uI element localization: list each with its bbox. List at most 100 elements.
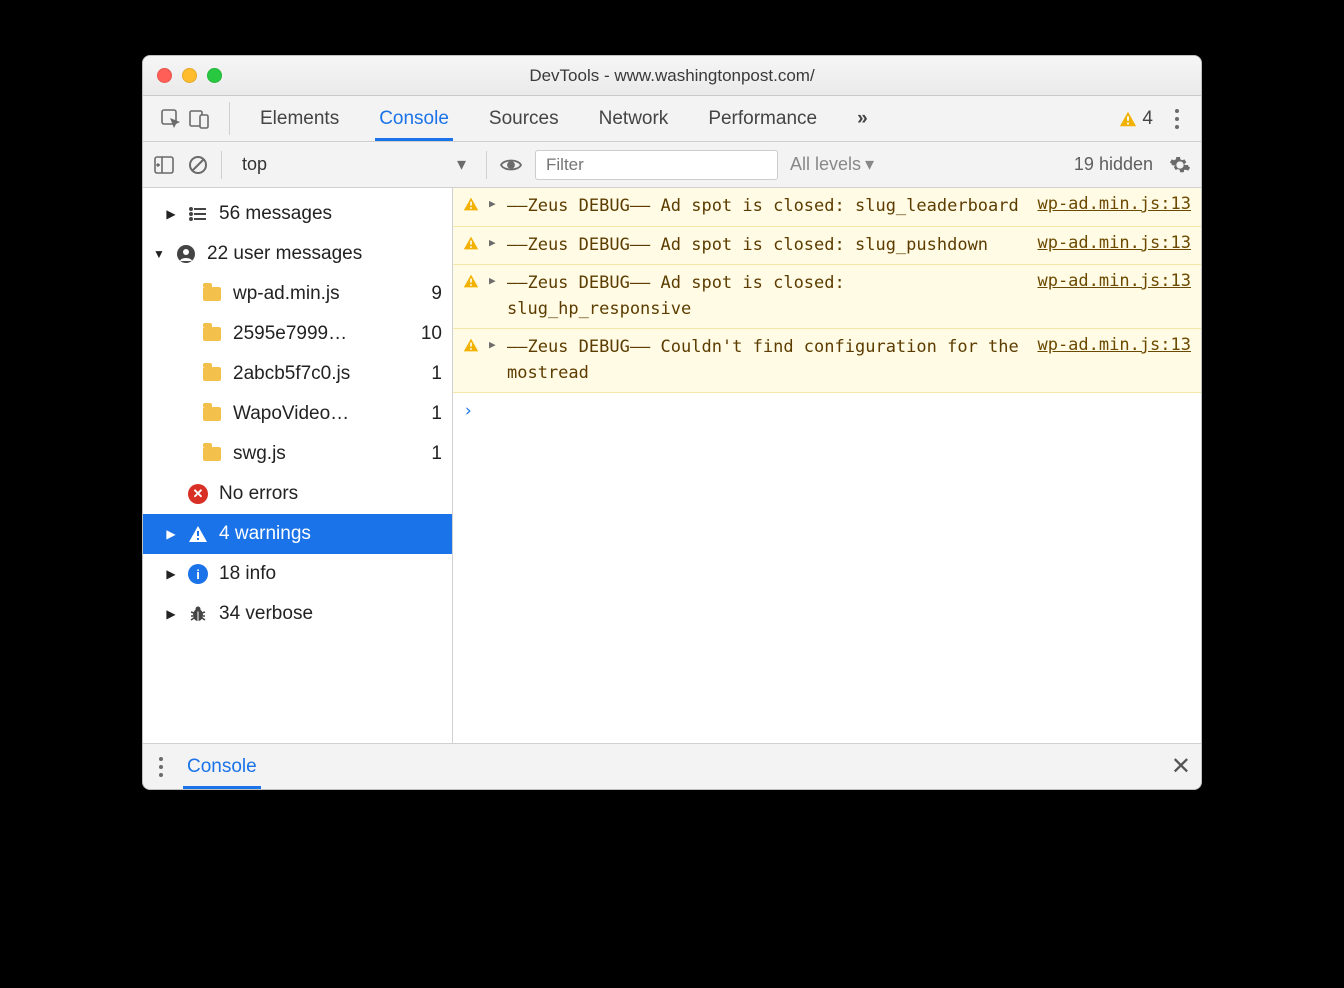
titlebar: DevTools - www.washingtonpost.com/ xyxy=(143,56,1201,96)
devtools-window: DevTools - www.washingtonpost.com/ Eleme… xyxy=(142,55,1202,790)
console-sidebar: ▶ 56 messages ▼ 22 user messages wp-ad.m… xyxy=(143,188,453,743)
drawer-tab-console[interactable]: Console xyxy=(183,744,261,789)
tab-overflow-label: » xyxy=(857,108,868,130)
sidebar-item-label: 34 verbose xyxy=(219,603,442,625)
sidebar-file-count: 9 xyxy=(420,283,442,305)
inspect-element-icon[interactable] xyxy=(159,107,183,131)
sidebar-item-user-messages[interactable]: ▼ 22 user messages xyxy=(143,234,452,274)
sidebar-file-item[interactable]: 2abcb5f7c0.js 1 xyxy=(143,354,452,394)
warning-icon xyxy=(1119,110,1137,128)
sidebar-item-label: 22 user messages xyxy=(207,243,442,265)
console-prompt[interactable]: › xyxy=(453,393,1201,429)
context-selector[interactable]: top ▾ xyxy=(234,152,474,177)
sidebar-file-item[interactable]: wp-ad.min.js 9 xyxy=(143,274,452,314)
caret-right-icon: ▶ xyxy=(489,271,499,322)
device-toolbar-icon[interactable] xyxy=(187,107,211,131)
tab-sources[interactable]: Sources xyxy=(469,96,579,141)
chevron-down-icon: ▾ xyxy=(865,154,874,175)
zoom-window-button[interactable] xyxy=(207,68,222,83)
warning-icon xyxy=(463,194,481,220)
console-main: ▶ 56 messages ▼ 22 user messages wp-ad.m… xyxy=(143,188,1201,743)
tab-console[interactable]: Console xyxy=(359,96,469,141)
caret-right-icon: ▶ xyxy=(489,233,499,259)
caret-right-icon: ▶ xyxy=(165,207,177,221)
drawer: Console ✕ xyxy=(143,743,1201,789)
tab-network[interactable]: Network xyxy=(579,96,689,141)
sidebar-item-messages[interactable]: ▶ 56 messages xyxy=(143,194,452,234)
sidebar-item-info[interactable]: ▶ i 18 info xyxy=(143,554,452,594)
hidden-count[interactable]: 19 hidden xyxy=(1074,154,1153,175)
sidebar-file-count: 10 xyxy=(420,323,442,345)
tab-sources-label: Sources xyxy=(489,108,559,130)
warning-icon xyxy=(463,233,481,259)
sidebar-item-warnings[interactable]: ▶ 4 warnings xyxy=(143,514,452,554)
console-message[interactable]: ▶ ––Zeus DEBUG–– Ad spot is closed: slug… xyxy=(453,265,1201,329)
caret-right-icon: ▶ xyxy=(489,194,499,220)
sidebar-item-errors[interactable]: ✕ No errors xyxy=(143,474,452,514)
traffic-lights xyxy=(157,68,222,83)
message-source-link[interactable]: wp-ad.min.js:13 xyxy=(1029,233,1191,259)
info-icon: i xyxy=(187,563,209,585)
toggle-sidebar-icon[interactable] xyxy=(153,154,175,176)
console-message[interactable]: ▶ ––Zeus DEBUG–– Ad spot is closed: slug… xyxy=(453,227,1201,266)
tab-elements[interactable]: Elements xyxy=(240,96,359,141)
folder-icon xyxy=(201,363,223,385)
filter-input[interactable] xyxy=(535,150,778,180)
live-expression-icon[interactable] xyxy=(499,153,523,177)
console-toolbar: top ▾ All levels ▾ 19 hidden xyxy=(143,142,1201,188)
bug-icon xyxy=(187,604,209,624)
list-icon xyxy=(187,203,209,225)
close-window-button[interactable] xyxy=(157,68,172,83)
warning-icon xyxy=(187,523,209,545)
sidebar-file-name: 2abcb5f7c0.js xyxy=(233,363,410,385)
prompt-symbol: › xyxy=(463,401,473,421)
message-source-link[interactable]: wp-ad.min.js:13 xyxy=(1029,194,1191,220)
warning-icon xyxy=(463,335,481,386)
console-message[interactable]: ▶ ––Zeus DEBUG–– Ad spot is closed: slug… xyxy=(453,188,1201,227)
top-warnings-badge[interactable]: 4 xyxy=(1119,108,1153,130)
sidebar-file-count: 1 xyxy=(420,363,442,385)
sidebar-file-item[interactable]: WapoVideo… 1 xyxy=(143,394,452,434)
sidebar-item-label: 56 messages xyxy=(219,203,442,225)
sidebar-file-item[interactable]: swg.js 1 xyxy=(143,434,452,474)
console-message[interactable]: ▶ ––Zeus DEBUG–– Couldn't find configura… xyxy=(453,329,1201,393)
tab-performance[interactable]: Performance xyxy=(688,96,837,141)
drawer-menu-button[interactable] xyxy=(153,757,169,777)
chevron-down-icon: ▾ xyxy=(457,154,466,175)
sidebar-item-label: 18 info xyxy=(219,563,442,585)
sidebar-file-name: wp-ad.min.js xyxy=(233,283,410,305)
folder-icon xyxy=(201,323,223,345)
menu-kebab-button[interactable] xyxy=(1169,109,1185,129)
message-text: ––Zeus DEBUG–– Ad spot is closed: slug_p… xyxy=(507,233,1021,259)
caret-right-icon: ▶ xyxy=(165,567,177,581)
message-text: ––Zeus DEBUG–– Ad spot is closed: slug_h… xyxy=(507,271,1021,322)
message-source-link[interactable]: wp-ad.min.js:13 xyxy=(1029,335,1191,386)
sidebar-file-item[interactable]: 2595e7999… 10 xyxy=(143,314,452,354)
folder-icon xyxy=(201,283,223,305)
folder-icon xyxy=(201,443,223,465)
caret-right-icon: ▶ xyxy=(165,527,177,541)
panel-tabbar: Elements Console Sources Network Perform… xyxy=(143,96,1201,142)
sidebar-item-label: No errors xyxy=(219,483,442,505)
sidebar-file-name: swg.js xyxy=(233,443,410,465)
message-text: ––Zeus DEBUG–– Ad spot is closed: slug_l… xyxy=(507,194,1021,220)
sidebar-file-count: 1 xyxy=(420,403,442,425)
sidebar-item-verbose[interactable]: ▶ 34 verbose xyxy=(143,594,452,634)
close-icon[interactable]: ✕ xyxy=(1171,752,1191,781)
warning-icon xyxy=(463,271,481,322)
clear-console-icon[interactable] xyxy=(187,154,209,176)
tab-console-label: Console xyxy=(379,108,449,130)
gear-icon[interactable] xyxy=(1169,154,1191,176)
tab-overflow[interactable]: » xyxy=(837,96,888,141)
tab-network-label: Network xyxy=(599,108,669,130)
minimize-window-button[interactable] xyxy=(182,68,197,83)
message-text: ––Zeus DEBUG–– Couldn't find configurati… xyxy=(507,335,1021,386)
levels-dropdown[interactable]: All levels ▾ xyxy=(790,154,874,175)
folder-icon xyxy=(201,403,223,425)
window-title: DevTools - www.washingtonpost.com/ xyxy=(143,66,1201,86)
user-icon xyxy=(175,243,197,265)
sidebar-item-label: 4 warnings xyxy=(219,523,442,545)
message-source-link[interactable]: wp-ad.min.js:13 xyxy=(1029,271,1191,322)
caret-right-icon: ▶ xyxy=(165,607,177,621)
error-icon: ✕ xyxy=(187,483,209,505)
